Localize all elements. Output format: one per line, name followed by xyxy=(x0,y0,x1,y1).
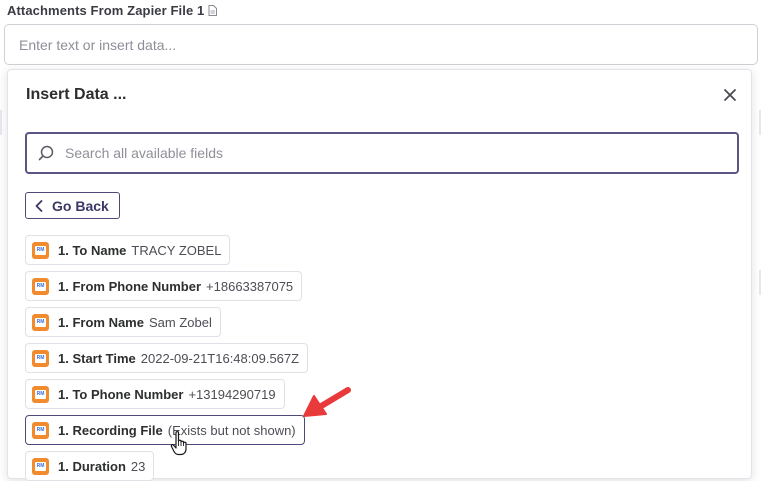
app-icon: RM xyxy=(32,277,49,295)
document-icon xyxy=(208,5,218,16)
field-item-duration[interactable]: RM 1. Duration 23 xyxy=(25,451,155,481)
app-icon: RM xyxy=(32,313,49,331)
search-input[interactable] xyxy=(63,144,703,162)
search-icon xyxy=(38,145,54,161)
field-item-to-phone-number[interactable]: RM 1. To Phone Number +13194290719 xyxy=(25,379,285,409)
field-label: Attachments From Zapier File 1 xyxy=(7,3,218,18)
app-icon: RM xyxy=(32,457,49,475)
close-icon[interactable] xyxy=(723,88,737,102)
insert-data-popover: Insert Data ... Go Back RM 1. To Name TR… xyxy=(7,69,752,481)
field-item-key: 1. From Phone Number xyxy=(58,278,202,294)
field-list: RM 1. To Name TRACY ZOBEL RM 1. From Pho… xyxy=(25,235,309,481)
field-item-from-name[interactable]: RM 1. From Name Sam Zobel xyxy=(25,307,221,337)
backdrop-edge-right xyxy=(759,110,761,135)
hand-cursor-icon xyxy=(170,431,187,456)
app-icon: RM xyxy=(32,349,49,367)
backdrop-edge-left xyxy=(0,110,2,135)
field-item-value: 23 xyxy=(130,458,146,474)
attachments-input-placeholder: Enter text or insert data... xyxy=(19,36,177,53)
backdrop-edge-right-2 xyxy=(759,270,761,295)
app-icon: RM xyxy=(32,385,49,403)
field-item-recording-file[interactable]: RM 1. Recording File (Exists but not sho… xyxy=(25,415,305,445)
field-item-key: 1. Duration xyxy=(58,458,126,474)
chevron-left-icon xyxy=(35,199,43,212)
field-item-key: 1. Start Time xyxy=(58,350,136,366)
red-arrow-icon xyxy=(303,387,351,417)
go-back-label: Go Back xyxy=(52,197,109,214)
field-item-key: 1. From Name xyxy=(58,314,144,330)
field-item-key: 1. Recording File xyxy=(58,422,163,438)
field-item-value: TRACY ZOBEL xyxy=(131,242,222,258)
popover-title: Insert Data ... xyxy=(26,86,127,103)
field-item-key: 1. To Phone Number xyxy=(58,386,184,402)
app-icon: RM xyxy=(32,241,49,259)
field-item-to-name[interactable]: RM 1. To Name TRACY ZOBEL xyxy=(25,235,231,265)
field-item-value: Sam Zobel xyxy=(148,314,212,330)
field-item-value: 2022-09-21T16:48:09.567Z xyxy=(140,350,300,366)
attachments-input[interactable]: Enter text or insert data... xyxy=(4,24,758,65)
search-field[interactable] xyxy=(25,132,739,174)
field-item-key: 1. To Name xyxy=(58,242,127,258)
field-item-from-phone-number[interactable]: RM 1. From Phone Number +18663387075 xyxy=(25,271,303,301)
field-item-value: +18663387075 xyxy=(206,278,294,294)
field-item-start-time[interactable]: RM 1. Start Time 2022-09-21T16:48:09.567… xyxy=(25,343,309,373)
field-label-text: Attachments From Zapier File 1 xyxy=(7,3,205,18)
app-icon: RM xyxy=(32,421,49,439)
field-item-value: +13194290719 xyxy=(188,386,276,402)
go-back-button[interactable]: Go Back xyxy=(25,192,120,219)
